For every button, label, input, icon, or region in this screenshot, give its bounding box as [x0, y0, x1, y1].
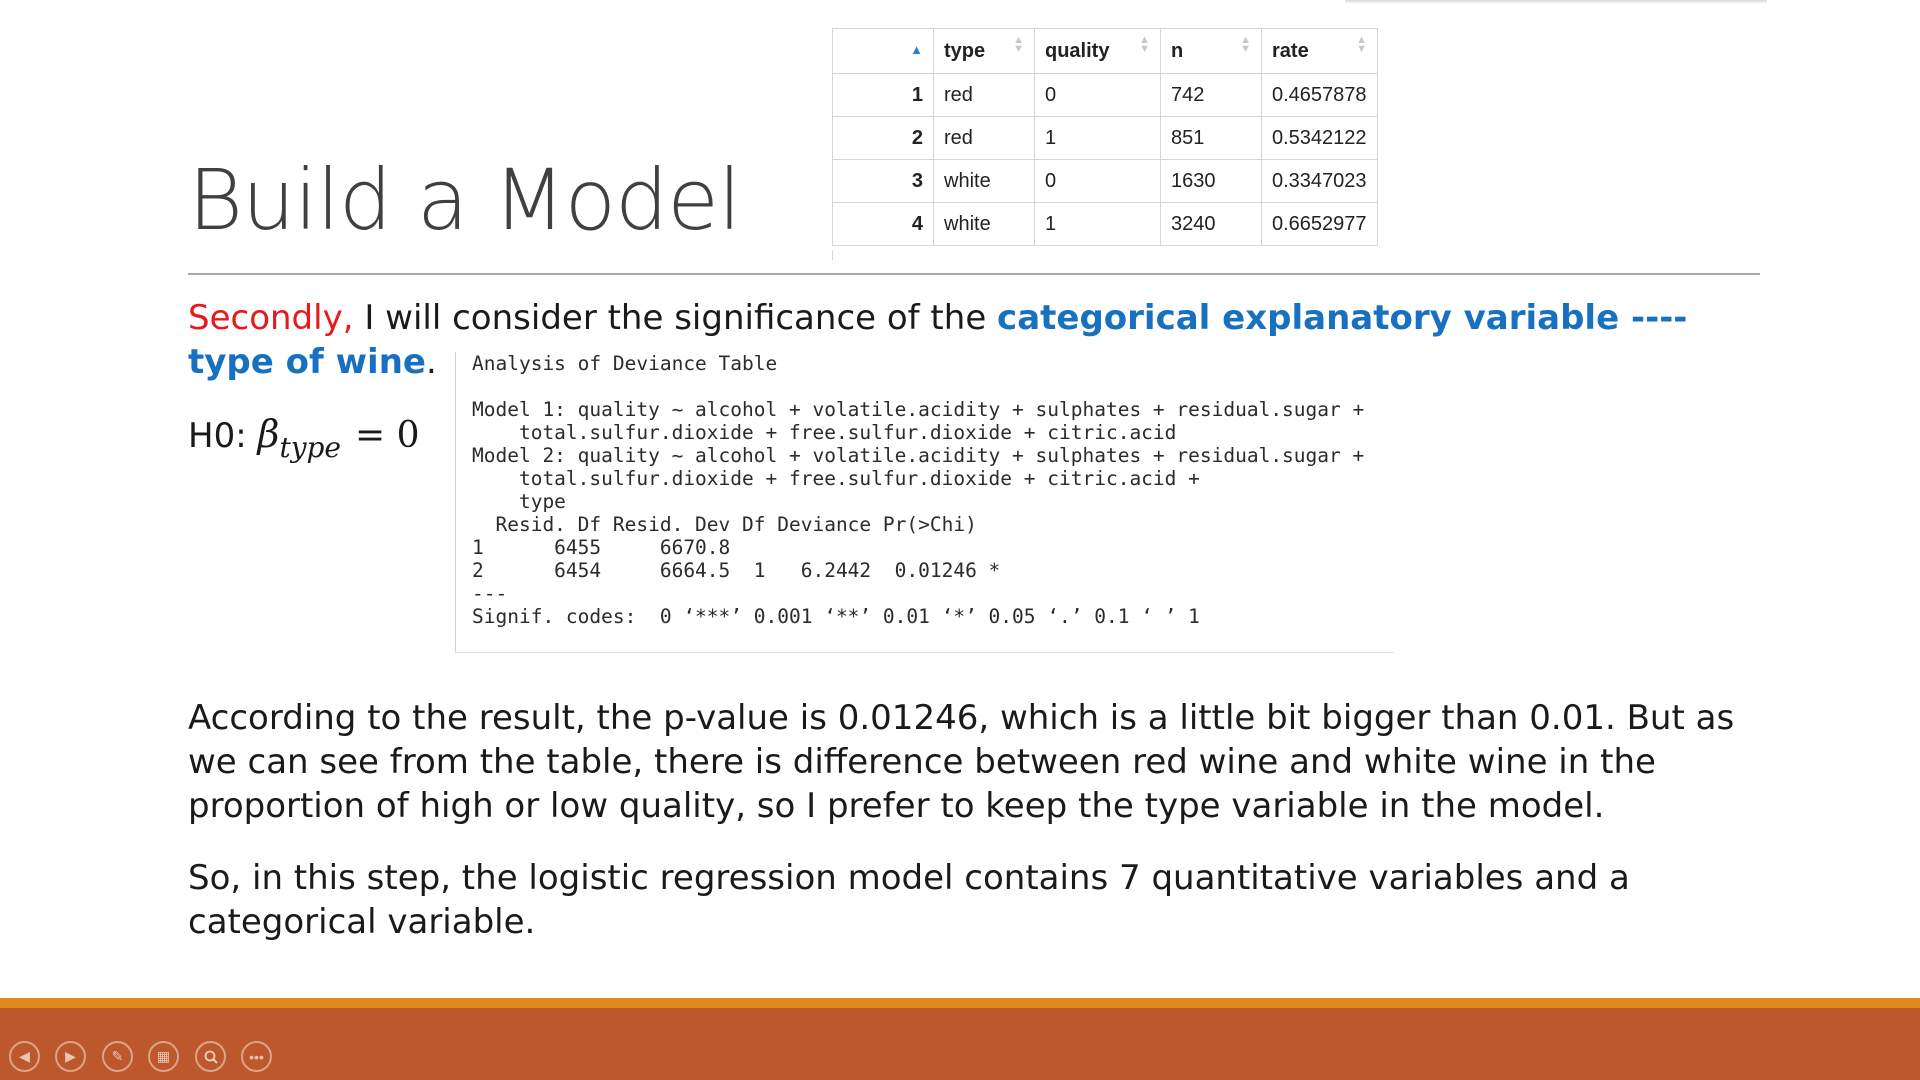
row-index: 4 — [832, 202, 934, 246]
more-options-icon: ••• — [249, 1048, 264, 1065]
sort-icon[interactable]: ▲ ▼ — [1139, 35, 1150, 55]
cell-type: white — [933, 159, 1035, 203]
cell-type: white — [933, 202, 1035, 246]
result-paragraph: According to the result, the p-value is … — [188, 698, 1735, 826]
see-all-slides-button[interactable]: ▦ — [148, 1041, 179, 1072]
zoom-icon — [204, 1050, 218, 1064]
column-header-n[interactable]: n ▲ ▼ — [1160, 28, 1262, 74]
row-index: 1 — [832, 73, 934, 117]
cell-rate: 0.3347023 — [1261, 159, 1378, 203]
pen-tool-button[interactable]: ✎ — [102, 1041, 133, 1072]
row-index: 2 — [832, 116, 934, 160]
beta-symbol: β — [257, 412, 280, 456]
cell-type: red — [933, 73, 1035, 117]
title-divider — [188, 273, 1760, 275]
zoom-button[interactable] — [195, 1041, 226, 1072]
column-header-rate[interactable]: rate ▲ ▼ — [1261, 28, 1378, 74]
cell-rate: 0.5342122 — [1261, 116, 1378, 160]
table-row: 1 red 0 742 0.4657878 — [832, 73, 1378, 117]
cell-type: red — [933, 116, 1035, 160]
hypothesis-prefix: H0: — [188, 416, 258, 456]
cell-quality: 1 — [1034, 202, 1161, 246]
row-index: 3 — [832, 159, 934, 203]
cell-quality: 0 — [1034, 159, 1161, 203]
footer-bar — [0, 1008, 1920, 1080]
next-icon: ▶ — [65, 1048, 76, 1064]
null-hypothesis: H0: βtype = 0 — [188, 412, 420, 464]
table-row: 2 red 1 851 0.5342122 — [832, 116, 1378, 160]
cell-quality: 0 — [1034, 73, 1161, 117]
beta-subscript: type — [279, 431, 342, 464]
slide-title: Build a Model — [188, 151, 741, 249]
pen-icon: ✎ — [111, 1048, 124, 1064]
cell-quality: 1 — [1034, 116, 1161, 160]
index-column-header[interactable]: ▲ — [832, 28, 934, 74]
cell-n: 1630 — [1160, 159, 1262, 203]
previous-slide-button[interactable]: ◀ — [9, 1041, 40, 1072]
hypothesis-rhs: = 0 — [355, 415, 420, 456]
slide: Build a Model ▲ type ▲ ▼ quality ▲ ▼ n ▲… — [0, 0, 1920, 1080]
column-header-quality[interactable]: quality ▲ ▼ — [1034, 28, 1161, 74]
more-options-button[interactable]: ••• — [241, 1041, 272, 1072]
footer-accent-stripe — [0, 998, 1920, 1008]
table-row: 4 white 1 3240 0.6652977 — [832, 202, 1378, 246]
sort-icon[interactable]: ▲ ▼ — [1356, 35, 1367, 55]
console-text: Analysis of Deviance Table Model 1: qual… — [472, 352, 1365, 628]
intro-text: I will consider the significance of the — [353, 298, 998, 338]
sort-icon[interactable]: ▲ ▼ — [1240, 35, 1251, 55]
deviance-table-output: Analysis of Deviance Table Model 1: qual… — [455, 352, 1394, 653]
table-border-fragment — [832, 250, 833, 260]
slides-grid-icon: ▦ — [156, 1048, 171, 1064]
cell-n: 742 — [1160, 73, 1262, 117]
sort-ascending-icon[interactable]: ▲ — [910, 42, 923, 57]
previous-icon: ◀ — [19, 1048, 30, 1064]
next-slide-button[interactable]: ▶ — [55, 1041, 86, 1072]
table-row: 3 white 0 1630 0.3347023 — [832, 159, 1378, 203]
column-header-type[interactable]: type ▲ ▼ — [933, 28, 1035, 74]
intro-end: . — [425, 342, 437, 382]
cell-n: 3240 — [1160, 202, 1262, 246]
cell-n: 851 — [1160, 116, 1262, 160]
sort-icon[interactable]: ▲ ▼ — [1013, 35, 1024, 55]
window-edge-shadow — [1345, 0, 1767, 4]
conclusion-paragraph: So, in this step, the logistic regressio… — [188, 858, 1630, 942]
wine-type-quality-table: ▲ type ▲ ▼ quality ▲ ▼ n ▲ ▼ rate ▲ ▼ 1 … — [832, 28, 1402, 258]
lead-word: Secondly, — [188, 298, 354, 338]
cell-rate: 0.4657878 — [1261, 73, 1378, 117]
cell-rate: 0.6652977 — [1261, 202, 1378, 246]
